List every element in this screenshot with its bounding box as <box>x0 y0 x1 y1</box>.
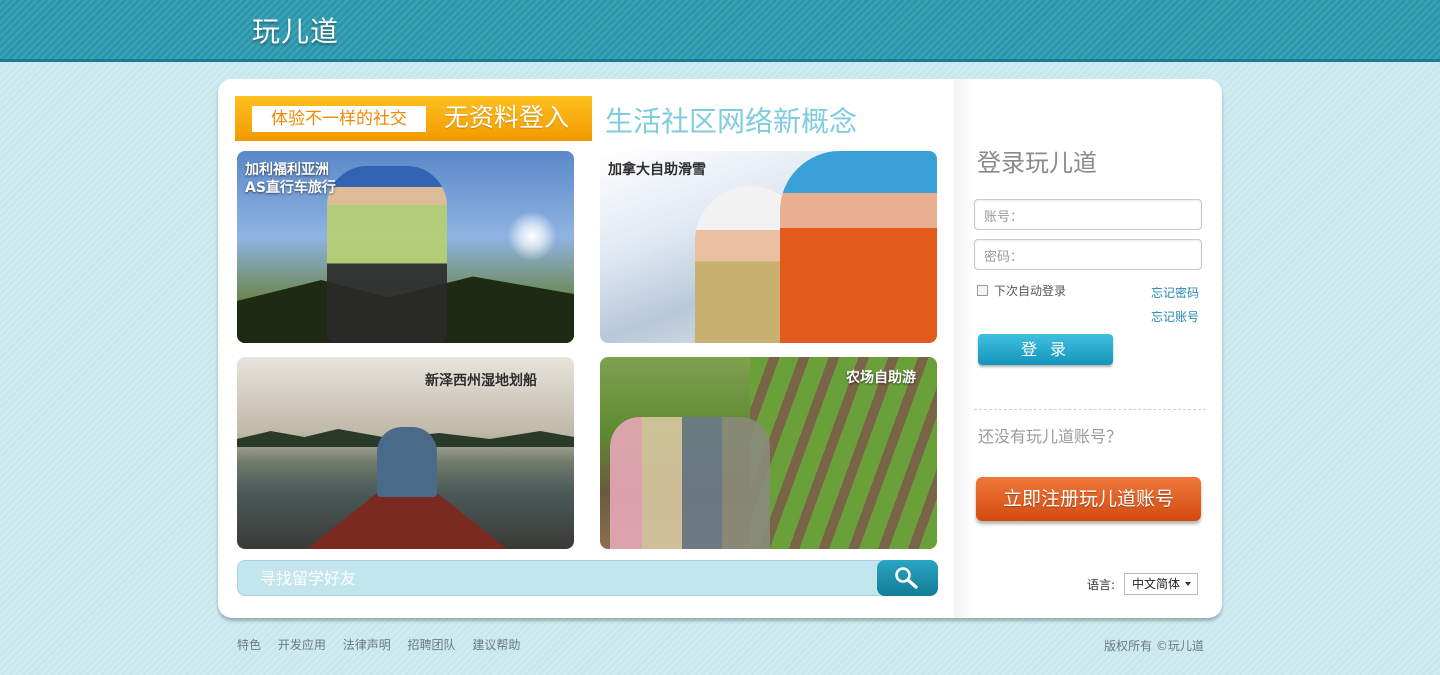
promo-left-label: 体验不一样的社交 <box>252 106 426 132</box>
friend-search-input[interactable] <box>238 561 876 595</box>
footer-link[interactable]: 法律声明 <box>343 638 391 652</box>
login-button[interactable]: 登 录 <box>978 334 1113 365</box>
tile-caption: 加拿大自助滑雪 <box>608 162 706 178</box>
tile-farm-tour[interactable]: 农场自助游 <box>600 357 937 549</box>
tile-new-jersey-canoe[interactable]: 新泽西州湿地划船 <box>237 357 574 549</box>
forgot-account-link[interactable]: 忘记账号 <box>1151 308 1199 325</box>
tile-canada-skiing[interactable]: 加拿大自助滑雪 <box>600 151 937 343</box>
paddler-image-part <box>377 427 437 497</box>
top-header-bar: 玩儿道 <box>0 0 1440 62</box>
language-label: 语言: <box>1087 578 1116 592</box>
promo-banner: 体验不一样的社交 无资料登入 <box>235 96 592 141</box>
register-button[interactable]: 立即注册玩儿道账号 <box>976 477 1201 521</box>
password-input[interactable] <box>1027 244 1195 266</box>
password-field[interactable]: 密码： <box>974 239 1202 270</box>
account-input[interactable] <box>1027 204 1195 226</box>
slogan-heading: 生活社区网络新概念 <box>605 105 858 138</box>
main-card: 体验不一样的社交 无资料登入 生活社区网络新概念 加利福利亚洲 AS直行车旅行 … <box>218 79 1222 618</box>
tile-california-cycling[interactable]: 加利福利亚洲 AS直行车旅行 <box>237 151 574 343</box>
search-icon <box>895 567 918 589</box>
footer-link[interactable]: 建议帮助 <box>472 638 520 652</box>
language-selected: 中文简体 <box>1132 577 1181 591</box>
tile-caption: 农场自助游 <box>846 370 916 386</box>
copyright: 版权所有 ©玩儿道 <box>1104 639 1204 653</box>
skier-image-part <box>780 151 937 343</box>
login-title: 登录玩儿道 <box>977 149 1097 177</box>
sun-image-part <box>507 211 557 261</box>
password-label: 密码： <box>984 250 1024 265</box>
cyclist-image-part <box>327 166 447 343</box>
remember-me[interactable]: 下次自动登录 <box>977 282 1066 299</box>
tile-caption: 加利福利亚洲 AS直行车旅行 <box>245 162 336 196</box>
footer-links: 特色 开发应用 法律声明 招聘团队 建议帮助 <box>237 636 533 653</box>
friend-search-bar <box>237 560 938 596</box>
promo-right-label: 无资料登入 <box>444 103 570 132</box>
site-logo[interactable]: 玩儿道 <box>252 10 339 50</box>
footer-link[interactable]: 开发应用 <box>278 638 326 652</box>
search-button[interactable] <box>877 560 938 596</box>
farm-visitors-image-part <box>610 417 770 549</box>
remember-label: 下次自动登录 <box>994 284 1067 298</box>
account-field[interactable]: 账号： <box>974 199 1202 230</box>
footer-link[interactable]: 特色 <box>237 638 261 652</box>
language-select[interactable]: 中文简体 <box>1124 573 1198 595</box>
forgot-password-link[interactable]: 忘记密码 <box>1151 284 1199 301</box>
chevron-down-icon <box>1185 582 1191 586</box>
footer-link[interactable]: 招聘团队 <box>408 638 456 652</box>
account-label: 账号： <box>984 210 1024 225</box>
divider <box>974 409 1206 410</box>
remember-checkbox[interactable] <box>977 285 988 296</box>
tile-caption: 新泽西州湿地划船 <box>425 373 537 389</box>
no-account-prompt: 还没有玩儿道账号？ <box>978 427 1123 446</box>
